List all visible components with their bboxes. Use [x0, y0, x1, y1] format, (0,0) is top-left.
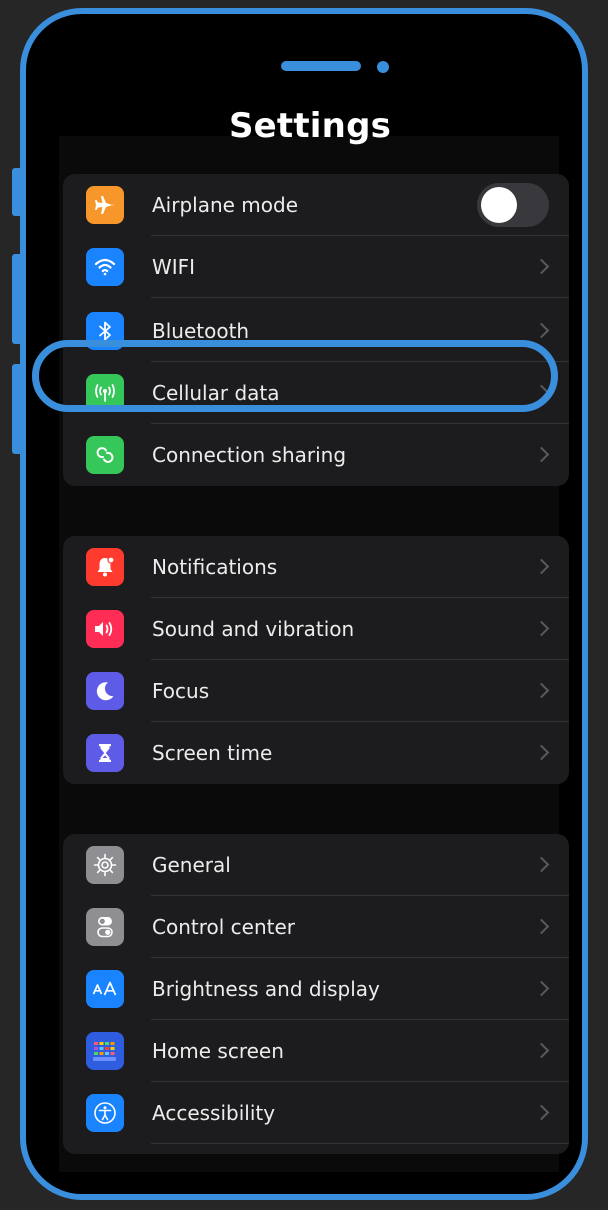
settings-row-label: Focus — [152, 679, 210, 703]
settings-row-label: Accessibility — [152, 1101, 276, 1125]
chevron-right-icon — [533, 1042, 550, 1059]
chevron-right-icon — [533, 384, 550, 401]
settings-row-label: Bluetooth — [152, 319, 250, 343]
camera-dot — [377, 61, 389, 73]
settings-row-label: Cellular data — [152, 381, 280, 405]
chevron-right-icon — [533, 980, 550, 997]
bluetooth-icon — [86, 312, 124, 350]
settings-row-airplane-mode[interactable]: Airplane mode — [63, 174, 569, 236]
gear-icon — [86, 846, 124, 884]
moon-icon — [86, 672, 124, 710]
settings-row-bluetooth[interactable]: Bluetooth — [63, 300, 569, 362]
airplane-mode-toggle[interactable] — [477, 183, 549, 227]
chevron-right-icon — [533, 258, 550, 275]
settings-row-label: Sound and vibration — [152, 617, 355, 641]
settings-row-accessibility[interactable]: Accessibility — [63, 1082, 569, 1144]
chevron-right-icon — [533, 682, 550, 699]
page-title: Settings — [228, 106, 392, 146]
app-grid-icon — [86, 1032, 124, 1070]
wifi-icon — [86, 248, 124, 286]
chevron-right-icon — [533, 620, 550, 637]
chevron-right-icon — [533, 446, 550, 463]
settings-row-label: Airplane mode — [152, 193, 299, 217]
settings-row-general[interactable]: General — [63, 834, 569, 896]
settings-row-label: Connection sharing — [152, 443, 347, 467]
settings-row-screen-time[interactable]: Screen time — [63, 722, 569, 784]
chevron-right-icon — [533, 558, 550, 575]
link-icon — [86, 436, 124, 474]
settings-row-label: Control center — [152, 915, 295, 939]
settings-row-label: Home screen — [152, 1039, 284, 1063]
row-divider — [151, 1143, 569, 1144]
toggle-knob — [481, 187, 517, 223]
settings-row-control-center[interactable]: Control center — [63, 896, 569, 958]
chevron-right-icon — [533, 1104, 550, 1121]
settings-row-cellular-data[interactable]: Cellular data — [63, 362, 569, 424]
speaker-icon — [86, 610, 124, 648]
switches-icon — [86, 908, 124, 946]
settings-row-label: Notifications — [152, 555, 278, 579]
settings-row-label: Brightness and display — [152, 977, 380, 1001]
row-divider — [151, 297, 569, 298]
settings-group-general: General Control center Brightness and di… — [63, 834, 569, 1154]
phone-frame: Settings Airplane mode WIFI Bluetooth Ce… — [20, 8, 588, 1200]
settings-row-home-screen[interactable]: Home screen — [63, 1020, 569, 1082]
bell-icon — [86, 548, 124, 586]
chevron-right-icon — [533, 322, 550, 339]
settings-group-notifications: Notifications Sound and vibration Focus … — [63, 536, 569, 784]
chevron-right-icon — [533, 744, 550, 761]
settings-row-wifi[interactable]: WIFI — [63, 236, 569, 298]
settings-row-label: General — [152, 853, 231, 877]
text-size-icon — [86, 970, 124, 1008]
antenna-icon — [86, 374, 124, 412]
chevron-right-icon — [533, 918, 550, 935]
airplane-icon — [86, 186, 124, 224]
settings-row-brightness-and-display[interactable]: Brightness and display — [63, 958, 569, 1020]
settings-row-notifications[interactable]: Notifications — [63, 536, 569, 598]
accessibility-icon — [86, 1094, 124, 1132]
chevron-right-icon — [533, 856, 550, 873]
hourglass-icon — [86, 734, 124, 772]
settings-row-label: Screen time — [152, 741, 273, 765]
settings-row-label: WIFI — [152, 255, 196, 279]
settings-row-connection-sharing[interactable]: Connection sharing — [63, 424, 569, 486]
settings-row-sound-and-vibration[interactable]: Sound and vibration — [63, 598, 569, 660]
settings-group-connectivity: Airplane mode WIFI Bluetooth Cellular da… — [63, 174, 569, 486]
speaker-notch — [281, 61, 361, 71]
settings-row-focus[interactable]: Focus — [63, 660, 569, 722]
